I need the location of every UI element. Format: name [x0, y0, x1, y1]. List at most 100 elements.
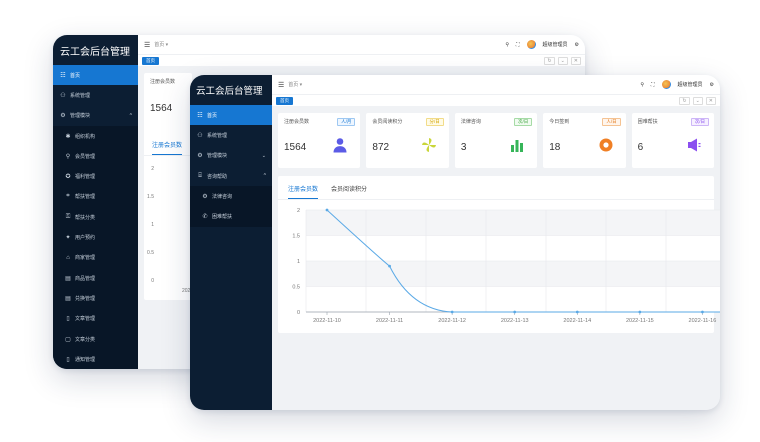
close-tabs-icon[interactable]: ✕ [705, 96, 716, 105]
nav-label: 商家管理 [75, 255, 96, 262]
settings-icon[interactable]: ⚙ [575, 42, 579, 48]
chart-grid-band [306, 210, 720, 236]
stat-card-value: 6 [637, 142, 644, 153]
front-nav-item[interactable]: ☷ 首页 [190, 105, 272, 126]
back-nav-item[interactable]: ▤ 兑换管理 [53, 288, 138, 309]
y-tick-label: 1 [297, 259, 300, 265]
nav-icon: ⚿ [65, 213, 71, 220]
back-nav-item[interactable]: ✪ 福利管理 [53, 166, 138, 187]
chevron-down-icon[interactable]: ⌄ [692, 96, 703, 105]
avatar[interactable] [661, 80, 671, 89]
nav-icon: ☷ [197, 112, 203, 119]
stat-card-unit-badge: 次/日 [513, 118, 533, 126]
y-tick-label: 0.5 [292, 285, 300, 291]
stat-card: 注册会员数 人/月 1564 [278, 113, 361, 168]
back-nav-item[interactable]: ⚇ 系统管理 [53, 85, 138, 105]
back-nav-item[interactable]: ⚿ 帮扶分类 [53, 207, 138, 228]
nav-icon: ▢ [65, 336, 71, 343]
back-tabs-bar: 首页 ↻ ⌄ ✕ [138, 54, 585, 66]
refresh-icon[interactable]: ↻ [544, 56, 555, 65]
nav-icon: ⚇ [60, 92, 66, 99]
x-tick-label: 2022-11-12 [438, 318, 466, 324]
front-nav-item[interactable]: ⚇ 系统管理 [190, 125, 272, 145]
back-nav-item[interactable]: ⚲ 会员管理 [53, 146, 138, 167]
back-nav-item[interactable]: ▤ 商品管理 [53, 267, 138, 289]
back-nav-item[interactable]: ⌗ 帮扶管理 [53, 186, 138, 208]
front-nav-item[interactable]: ⚙ 管理模块 ⌄ [190, 146, 272, 166]
back-nav-item[interactable]: ☷ 首页 [53, 65, 138, 86]
search-icon[interactable]: ⚲ [640, 82, 644, 88]
nav-icon: ⚙ [60, 113, 66, 120]
back-tab-registered-members[interactable]: 注册会员数 [152, 140, 183, 155]
refresh-icon[interactable]: ↻ [679, 96, 690, 105]
back-username[interactable]: 超级管理员 [543, 41, 568, 48]
stat-card-unit-badge: 分/日 [425, 118, 444, 126]
nav-label: 用户预约 [75, 235, 96, 242]
tab-home[interactable]: 首页 [142, 56, 159, 65]
front-sidebar: 云工会后台管理 ☷ 首页 ⚇ 系统管理 ⚙ 管理模块 ⌄ ⌸ 咨询帮助 ^ ⚙ 法律咨询 ✆ 困难帮扶 [190, 75, 272, 410]
back-nav-list: ☷ 首页 ⚇ 系统管理 ⚙ 管理模块 ^ ✱ 组织机构 ⚲ 会员管理 ✪ 福利管理 ⌗ 帮扶管理 ⚿ 帮扶分类 ✦… [53, 65, 138, 369]
tab-registered-members[interactable]: 注册会员数 [288, 184, 319, 199]
back-topbar: ☰ 首页 ▾ ⚲ ⛶ 超级管理员 ⚙ [138, 35, 585, 54]
close-tabs-icon[interactable]: ✕ [570, 56, 581, 65]
back-nav-item[interactable]: ▯ 文章管理 [53, 308, 138, 329]
settings-icon[interactable]: ⚙ [710, 82, 714, 88]
nav-label: 通知管理 [75, 356, 96, 363]
back-breadcrumb[interactable]: 首页 ▾ [154, 41, 168, 48]
nav-icon: ✪ [65, 174, 71, 181]
back-nav-item[interactable]: ⌂ 商家管理 [53, 247, 138, 268]
stat-card: 困难帮扶 次/日 6 [631, 113, 715, 168]
nav-icon: ⌂ [66, 254, 70, 261]
x-tick-label: 2022-11-16 [689, 318, 717, 324]
chart-data-point [450, 310, 454, 314]
y-tick-label: 0.5 [147, 250, 154, 256]
front-nav-item[interactable]: ⚙ 法律咨询 [190, 186, 272, 207]
avatar[interactable] [526, 40, 536, 49]
front-username[interactable]: 超级管理员 [678, 81, 703, 88]
nav-icon: ✆ [202, 214, 208, 221]
fullscreen-icon[interactable]: ⛶ [516, 42, 520, 48]
nav-label: 法律咨询 [212, 193, 233, 200]
y-tick-label: 1.5 [292, 234, 300, 240]
front-breadcrumb[interactable]: 首页 ▾ [288, 81, 302, 88]
y-tick-label: 1 [151, 222, 154, 228]
back-nav-item[interactable]: ✦ 用户预约 [53, 227, 138, 248]
nav-label: 文章分类 [75, 336, 96, 343]
stat-card-value: 18 [549, 142, 561, 153]
y-tick-label: 2 [297, 208, 300, 214]
chart-data-point [325, 208, 329, 212]
back-nav-item[interactable]: ⚙ 管理模块 ^ [53, 106, 138, 126]
back-nav-item[interactable]: ✱ 组织机构 [53, 125, 138, 147]
fullscreen-icon[interactable]: ⛶ [651, 82, 655, 88]
nav-label: 首页 [70, 72, 81, 79]
search-icon[interactable]: ⚲ [505, 42, 509, 48]
stat-card: 今日签到 人/日 18 [543, 113, 626, 168]
megaphone-icon [686, 137, 702, 153]
nav-label: 管理模块 [70, 113, 91, 120]
bar-chart-icon [509, 137, 525, 153]
front-window: 云工会后台管理 ☷ 首页 ⚇ 系统管理 ⚙ 管理模块 ⌄ ⌸ 咨询帮助 ^ ⚙ 法律咨询 ✆ 困难帮扶 ☰… [190, 75, 720, 410]
front-brand-title: 云工会后台管理 [196, 86, 263, 97]
x-tick-label: 2022-11-13 [501, 318, 529, 324]
nav-icon: ▤ [65, 295, 71, 302]
chart-grid-band [306, 261, 720, 287]
nav-icon: ✱ [65, 133, 71, 140]
back-tab-controls: ↻ ⌄ ✕ [544, 56, 581, 65]
tab-home[interactable]: 首页 [276, 96, 293, 105]
nav-icon: ⚲ [65, 153, 71, 160]
chevron-down-icon[interactable]: ⌄ [557, 56, 568, 65]
back-nav-item[interactable]: ▯ 通知管理 [53, 349, 138, 369]
front-tabs-bar: 首页 ↻ ⌄ ✕ [272, 94, 720, 106]
menu-toggle-icon[interactable]: ☰ [144, 41, 150, 49]
front-nav-item[interactable]: ⌸ 咨询帮助 ^ [190, 166, 272, 186]
tab-reading-points[interactable]: 会员阅读积分 [331, 184, 367, 199]
front-chart-panel: 注册会员数 会员阅读积分 2 1.5 1 0.5 0 2022-11-10 2022-11-… [278, 176, 720, 333]
back-nav-item[interactable]: ▢ 文章分类 [53, 328, 138, 350]
nav-label: 文章管理 [75, 316, 96, 323]
stat-card-value: 1564 [284, 142, 307, 153]
nav-icon: ⌸ [198, 172, 202, 179]
front-nav-item[interactable]: ✆ 困难帮扶 [190, 206, 272, 227]
nav-label: 首页 [207, 112, 218, 119]
nav-icon: ▤ [65, 275, 71, 282]
menu-toggle-icon[interactable]: ☰ [278, 81, 284, 89]
